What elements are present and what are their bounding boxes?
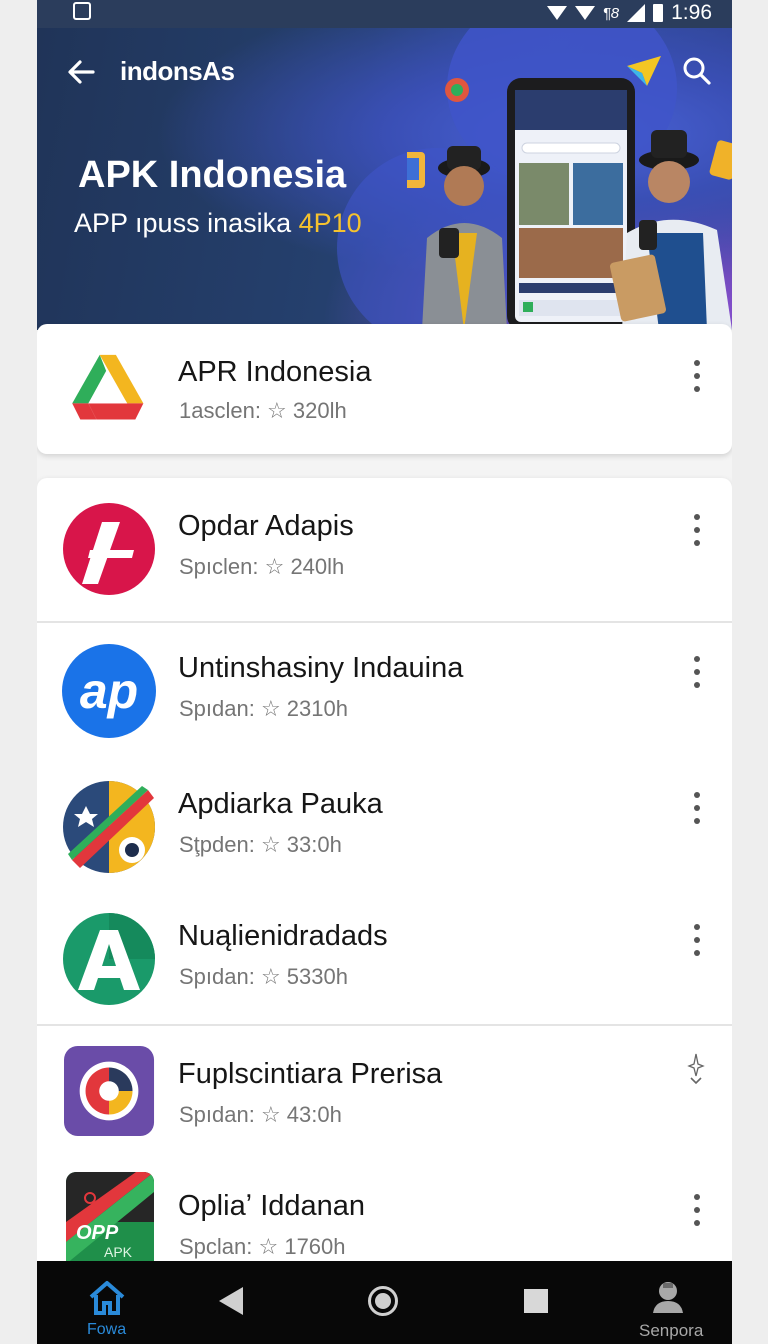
- hero-banner: indonsAs APK Indonesia APP ıpuss inasika…: [37, 28, 732, 330]
- nav-home-button[interactable]: [368, 1286, 398, 1316]
- nav-recents-icon[interactable]: [524, 1289, 548, 1313]
- app-meta: Spıdan: ☆ 2310h: [179, 696, 348, 721]
- app-name: Nuąlienidradads: [178, 920, 388, 952]
- featured-app-name: APR Indonesia: [178, 356, 372, 388]
- list-item[interactable]: Nuąlienidradads Spıdan: ☆ 5330h: [37, 888, 732, 1028]
- list-item[interactable]: Opdar Adapis Spıclen: ☆ 240lh: [37, 478, 732, 618]
- nav-home-label[interactable]: Fowa: [87, 1321, 126, 1339]
- apk-label: APK: [104, 1244, 133, 1260]
- app-meta: Spıclen: ☆ 240lh: [179, 554, 345, 579]
- app-name: Untinshasiny Indauina: [178, 652, 464, 684]
- app-name: Fuplscintiara Prerisa: [178, 1058, 443, 1090]
- app-name: Opliaʼ Iddanan: [178, 1190, 366, 1222]
- signal-icon: [627, 4, 646, 22]
- notification-icon: [73, 2, 91, 20]
- banner-subtitle-highlight: 4P10: [298, 208, 362, 238]
- wifi-icon-2: [574, 6, 595, 20]
- list-item[interactable]: ap Untinshasiny Indauina Spıdan: ☆ 2310h: [37, 620, 732, 760]
- home-icon[interactable]: [85, 1279, 129, 1317]
- more-options-icon[interactable]: [691, 1194, 703, 1226]
- app-meta: Sţpden: ☆ 33:0h: [179, 832, 342, 857]
- app-icon-nualienidradads: [63, 913, 155, 1005]
- brand-title: indonsAs: [120, 56, 235, 86]
- more-options-icon[interactable]: [691, 514, 703, 546]
- banner-illustration: [407, 78, 732, 330]
- app-name: Opdar Adapis: [178, 510, 354, 542]
- app-icon-opdar: [63, 503, 155, 595]
- app-meta: Spclan: ☆ 1760h: [179, 1234, 346, 1259]
- featured-app-row[interactable]: APR Indonesia 1asclеn: ☆ 320lh: [37, 324, 732, 464]
- back-arrow-icon[interactable]: [65, 56, 97, 88]
- user-icon[interactable]: [651, 1279, 685, 1315]
- featured-app-card[interactable]: APR Indonesia 1asclеn: ☆ 320lh: [37, 324, 732, 454]
- list-item[interactable]: Fuplscintiara Prerisa Spıdan: ☆ 43:0h: [37, 1026, 732, 1166]
- featured-app-icon: [72, 354, 144, 420]
- bottom-navigation: Fowa Senpora: [37, 1261, 732, 1344]
- app-meta: Spıdan: ☆ 5330h: [179, 964, 348, 989]
- sparkle-icon[interactable]: [687, 1052, 705, 1086]
- list-item[interactable]: OPP APK Opliaʼ Iddanan Spclan: ☆ 1760h: [37, 1158, 732, 1278]
- nav-user-label[interactable]: Senpora: [639, 1321, 703, 1341]
- status-bar: ¶8 1:96: [37, 0, 732, 28]
- phone-screen: ¶8 1:96 indonsAs APK Indonesia APP ıpuss…: [37, 0, 732, 1344]
- app-name: Apdiarka Pauka: [178, 788, 383, 820]
- banner-subtitle: APP ıpuss inasika 4P10: [74, 208, 362, 239]
- nav-back-icon[interactable]: [219, 1287, 243, 1315]
- status-time: 1:96: [671, 1, 712, 24]
- app-icon-ap: ap: [62, 644, 156, 738]
- more-options-icon[interactable]: [691, 656, 703, 688]
- more-options-icon[interactable]: [691, 792, 703, 824]
- opp-label: OPP: [76, 1222, 119, 1244]
- more-options-icon[interactable]: [691, 924, 703, 956]
- app-icon-apdiarka: [63, 781, 155, 873]
- wifi-icon: [546, 6, 567, 20]
- banner-subtitle-text: APP ıpuss inasika: [74, 208, 299, 238]
- app-list-card: Opdar Adapis Spıclen: ☆ 240lh ap Untinsh…: [37, 478, 732, 1278]
- app-meta: Spıdan: ☆ 43:0h: [179, 1102, 342, 1127]
- featured-app-meta: 1asclеn: ☆ 320lh: [179, 398, 347, 423]
- more-options-icon[interactable]: [691, 360, 703, 392]
- app-icon-fuplscintiara: [64, 1046, 155, 1137]
- battery-icon: [653, 4, 664, 22]
- list-item[interactable]: Apdiarka Pauka Sţpden: ☆ 33:0h: [37, 756, 732, 896]
- app-icon-ap-text: ap: [79, 663, 139, 719]
- banner-title: APK Indonesia: [78, 154, 347, 196]
- network-label: ¶8: [602, 4, 620, 22]
